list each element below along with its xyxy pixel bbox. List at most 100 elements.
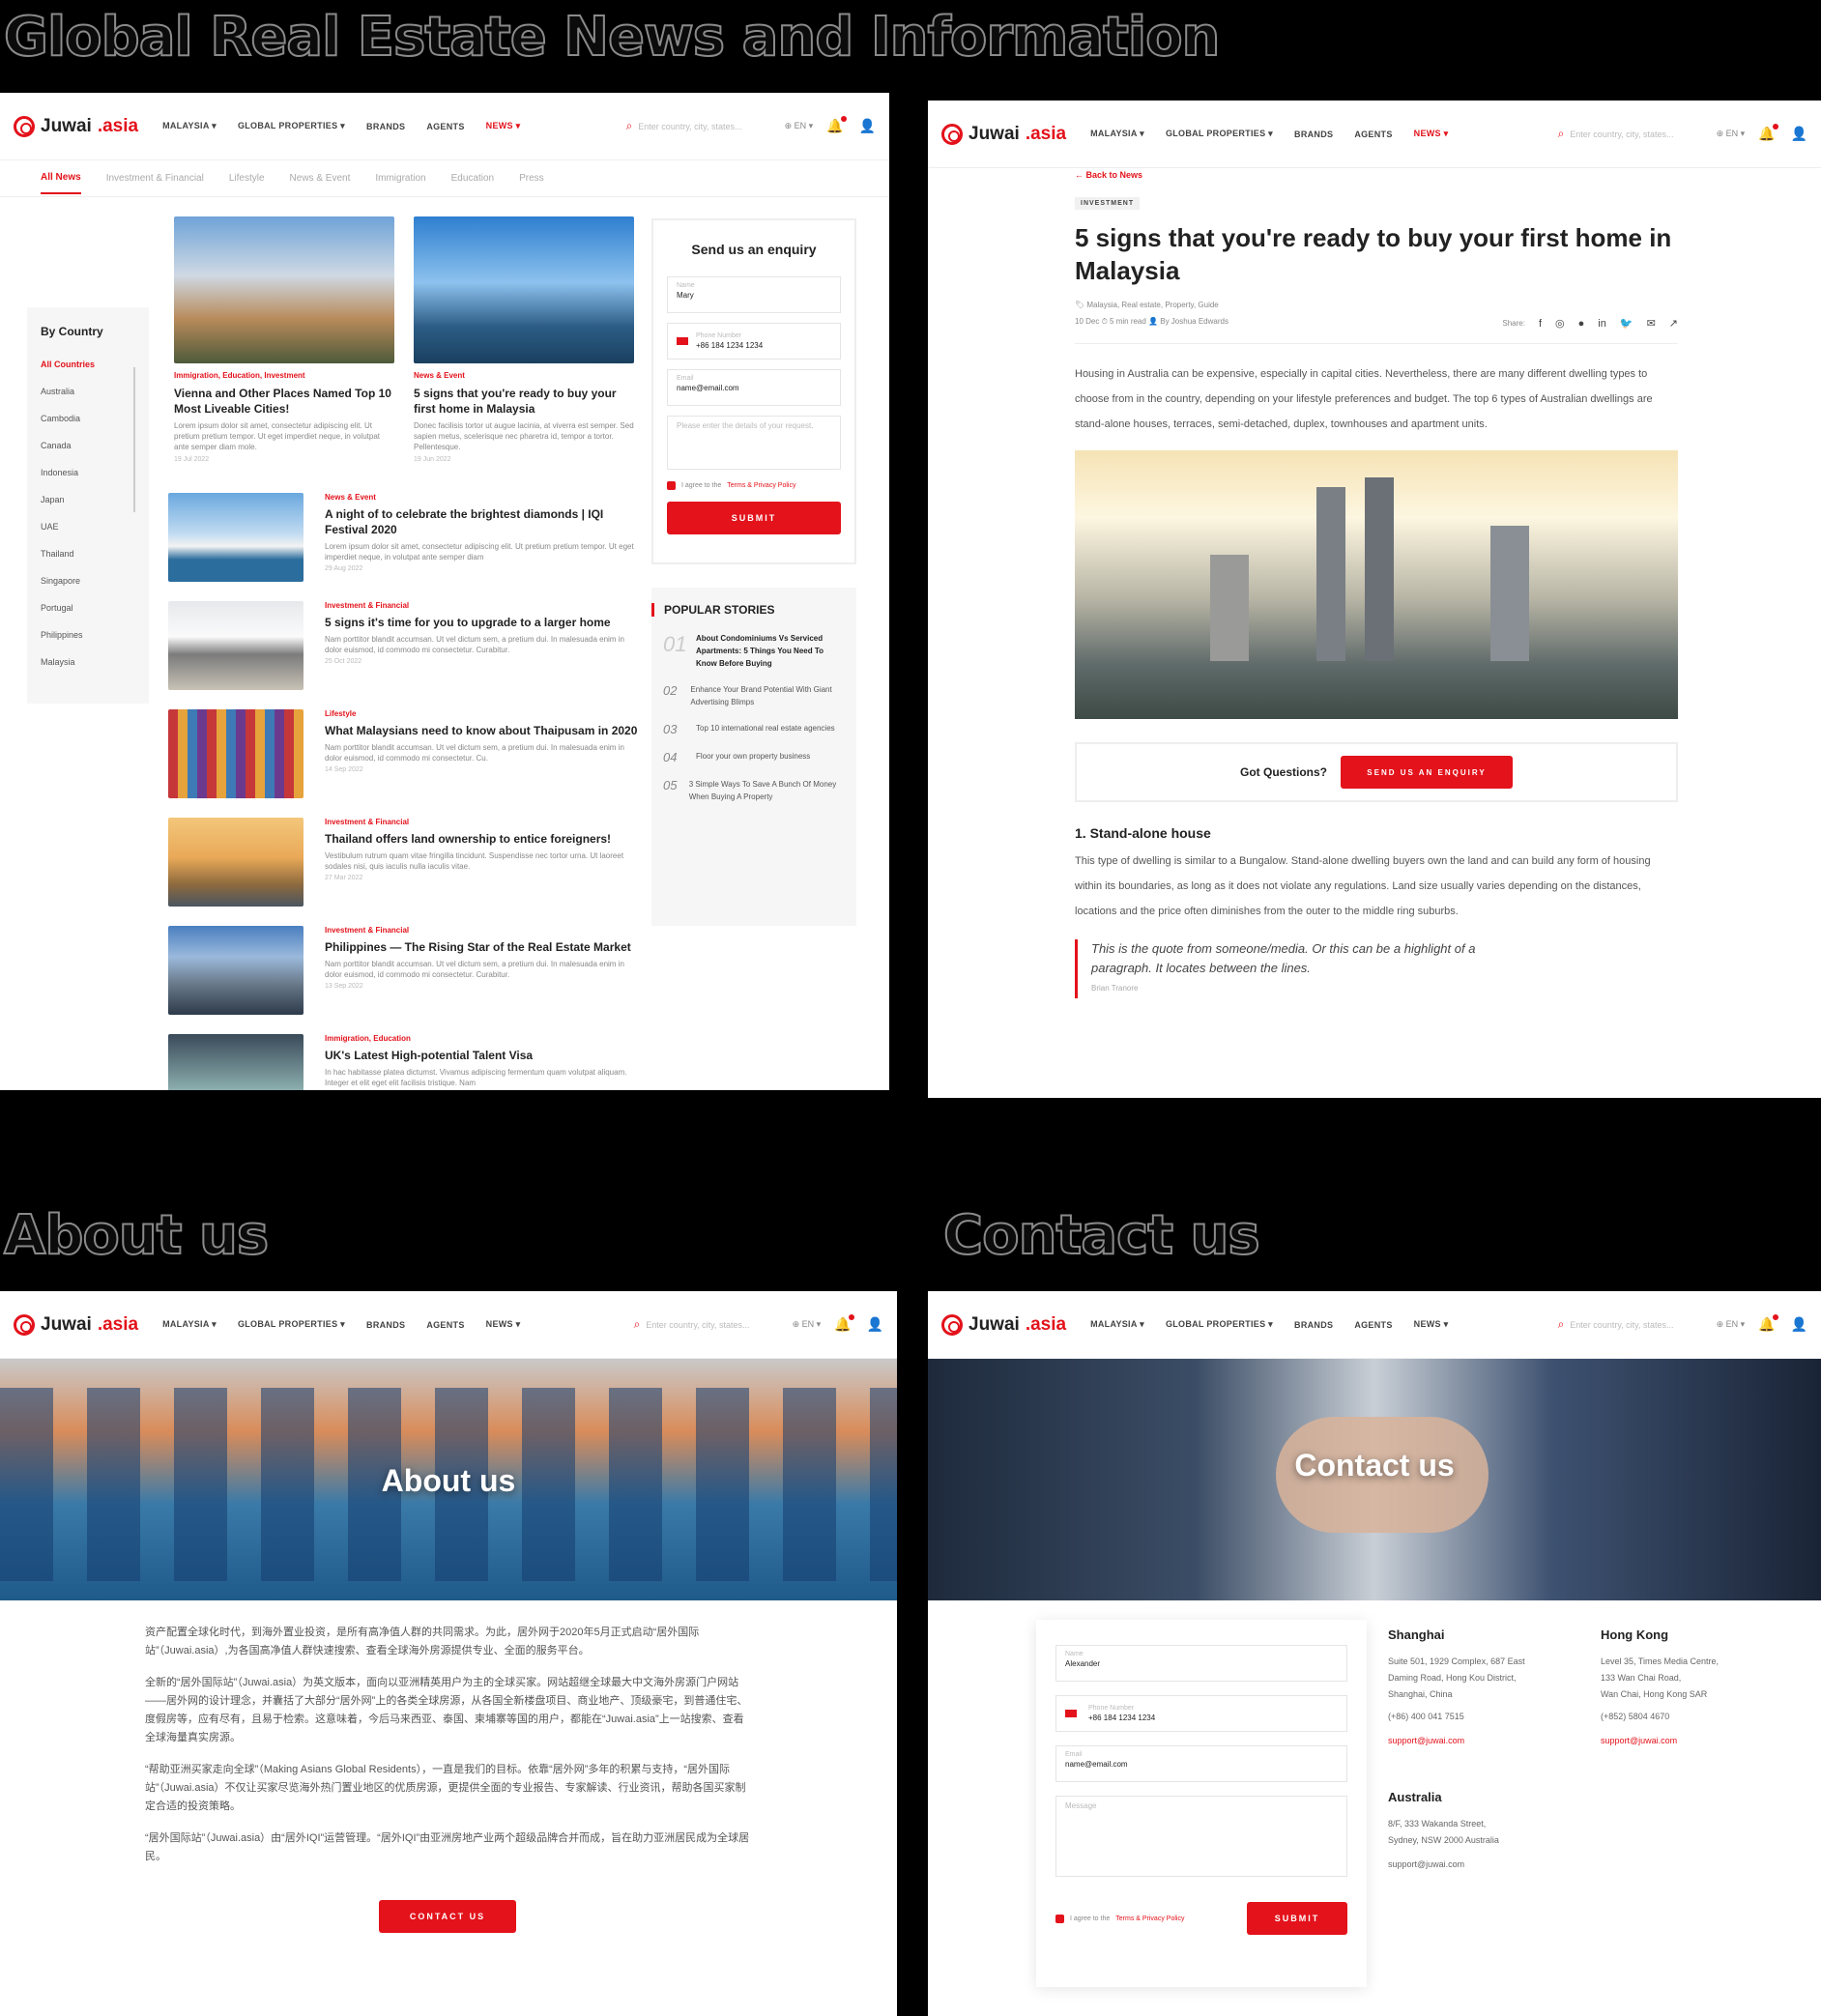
nav-country[interactable]: MALAYSIA ▾ — [1090, 1319, 1144, 1330]
bell-icon[interactable]: 🔔 — [1758, 1314, 1779, 1333]
phone-field[interactable]: Phone Number +86 184 1234 1234 — [667, 323, 841, 360]
office-phone[interactable]: (+852) 5804 4670 — [1601, 1709, 1794, 1725]
checkbox-icon[interactable] — [1055, 1914, 1064, 1923]
list-item[interactable]: Immigration, Education UK's Latest High-… — [168, 1034, 638, 1090]
popular-item[interactable]: 03 Top 10 international real estate agenc… — [663, 722, 845, 736]
nav-agents[interactable]: AGENTS — [426, 1320, 464, 1330]
email-field[interactable]: Email name@email.com — [1055, 1745, 1347, 1782]
language-select[interactable]: ⊕ EN ▾ — [1717, 129, 1746, 139]
nav-global-properties[interactable]: GLOBAL PROPERTIES ▾ — [1166, 129, 1273, 139]
user-icon[interactable]: 👤 — [1791, 1316, 1807, 1333]
language-select[interactable]: ⊕ EN ▾ — [793, 1319, 822, 1330]
contact-us-button[interactable]: CONTACT US — [379, 1900, 516, 1933]
list-item[interactable]: Lifestyle What Malaysians need to know a… — [168, 709, 638, 802]
featured-article[interactable]: News & Event 5 signs that you're ready t… — [414, 216, 634, 463]
country-item[interactable]: Philippines — [41, 630, 135, 657]
nav-news[interactable]: NEWS ▾ — [486, 1319, 521, 1330]
country-item[interactable]: Indonesia — [41, 468, 135, 495]
user-icon[interactable]: 👤 — [859, 118, 876, 134]
country-item[interactable]: All Countries — [41, 360, 135, 387]
name-field[interactable]: Name Alexander — [1055, 1645, 1347, 1682]
country-item[interactable]: Portugal — [41, 603, 135, 630]
logo[interactable]: Juwai .asia — [14, 115, 138, 137]
email-field[interactable]: Email name@email.com — [667, 369, 841, 406]
bell-icon[interactable]: 🔔 — [826, 116, 848, 134]
tab-lifestyle[interactable]: Lifestyle — [229, 173, 265, 184]
tab-immigration[interactable]: Immigration — [375, 173, 425, 184]
country-item[interactable]: UAE — [41, 522, 135, 549]
popular-item[interactable]: 04 Floor your own property business — [663, 750, 845, 764]
nav-agents[interactable]: AGENTS — [1354, 1320, 1392, 1330]
country-item[interactable]: Singapore — [41, 576, 135, 603]
whatsapp-icon[interactable]: ◎ — [1555, 317, 1565, 330]
nav-agents[interactable]: AGENTS — [426, 122, 464, 131]
nav-brands[interactable]: BRANDS — [366, 122, 405, 131]
nav-brands[interactable]: BRANDS — [1294, 130, 1333, 139]
language-select[interactable]: ⊕ EN ▾ — [785, 121, 814, 131]
list-item[interactable]: Investment & Financial 5 signs it's time… — [168, 601, 638, 694]
nav-global-properties[interactable]: GLOBAL PROPERTIES ▾ — [238, 1319, 345, 1330]
email-icon[interactable]: ✉ — [1647, 317, 1656, 330]
country-item[interactable]: Cambodia — [41, 414, 135, 441]
language-select[interactable]: ⊕ EN ▾ — [1717, 1319, 1746, 1330]
nav-brands[interactable]: BRANDS — [1294, 1320, 1333, 1330]
message-textarea[interactable]: Message — [1055, 1796, 1347, 1877]
bell-icon[interactable]: 🔔 — [1758, 124, 1779, 142]
tab-all-news[interactable]: All News — [41, 162, 81, 194]
nav-global-properties[interactable]: GLOBAL PROPERTIES ▾ — [1166, 1319, 1273, 1330]
linkedin-icon[interactable]: in — [1598, 318, 1606, 330]
external-link-icon[interactable]: ↗ — [1669, 317, 1678, 330]
submit-button[interactable]: SUBMIT — [667, 502, 841, 534]
country-item[interactable]: Malaysia — [41, 657, 135, 684]
logo[interactable]: Juwai .asia — [14, 1313, 138, 1336]
featured-article[interactable]: Immigration, Education, Investment Vienn… — [174, 216, 394, 463]
back-link[interactable]: ← Back to News — [1075, 170, 1678, 180]
nav-agents[interactable]: AGENTS — [1354, 130, 1392, 139]
list-item[interactable]: Investment & Financial Thailand offers l… — [168, 818, 638, 910]
article-tags[interactable]: 🏷 Malaysia, Real estate, Property, Guide — [1075, 301, 1678, 309]
country-item[interactable]: Japan — [41, 495, 135, 522]
tab-press[interactable]: Press — [519, 173, 544, 184]
popular-item[interactable]: 05 3 Simple Ways To Save A Bunch Of Money… — [663, 778, 845, 803]
terms-checkbox[interactable]: I agree to the Terms & Privacy Policy — [667, 481, 841, 490]
terms-checkbox[interactable]: I agree to the Terms & Privacy Policy — [1055, 1914, 1184, 1923]
phone-field[interactable]: Phone Number +86 184 1234 1234 — [1055, 1695, 1347, 1732]
tab-education[interactable]: Education — [451, 173, 494, 184]
user-icon[interactable]: 👤 — [867, 1316, 883, 1333]
logo[interactable]: Juwai .asia — [941, 1313, 1066, 1336]
nav-global-properties[interactable]: GLOBAL PROPERTIES ▾ — [238, 121, 345, 131]
nav-news[interactable]: NEWS ▾ — [486, 121, 521, 131]
tab-investment[interactable]: Investment & Financial — [106, 173, 204, 184]
facebook-icon[interactable]: f — [1539, 318, 1542, 330]
nav-brands[interactable]: BRANDS — [366, 1320, 405, 1330]
user-icon[interactable]: 👤 — [1791, 126, 1807, 142]
office-email[interactable]: support@juwai.com — [1601, 1733, 1794, 1749]
flag-icon[interactable] — [677, 337, 688, 345]
checkbox-icon[interactable] — [667, 481, 676, 490]
wechat-icon[interactable]: ● — [1578, 318, 1585, 330]
nav-country[interactable]: MALAYSIA ▾ — [162, 121, 217, 131]
details-textarea[interactable]: Please enter the details of your request… — [667, 416, 841, 470]
bell-icon[interactable]: 🔔 — [834, 1314, 855, 1333]
search-input[interactable]: ⌕ Enter country, city, states... — [1558, 127, 1703, 141]
list-item[interactable]: News & Event A night of to celebrate the… — [168, 493, 638, 586]
send-enquiry-button[interactable]: SEND US AN ENQUIRY — [1341, 756, 1513, 789]
tab-news-event[interactable]: News & Event — [290, 173, 351, 184]
nav-country[interactable]: MALAYSIA ▾ — [1090, 129, 1144, 139]
popular-item[interactable]: 02 Enhance Your Brand Potential With Gian… — [663, 683, 845, 708]
search-input[interactable]: ⌕ Enter country, city, states... — [626, 119, 771, 133]
office-email[interactable]: support@juwai.com — [1388, 1857, 1581, 1873]
nav-news[interactable]: NEWS ▾ — [1414, 1319, 1449, 1330]
country-item[interactable]: Canada — [41, 441, 135, 468]
filter-scrollbar[interactable] — [133, 367, 135, 512]
search-input[interactable]: ⌕ Enter country, city, states... — [634, 1317, 779, 1332]
category-badge[interactable]: INVESTMENT — [1075, 197, 1141, 210]
name-field[interactable]: Name Mary — [667, 276, 841, 313]
popular-item[interactable]: 01 About Condominiums Vs Serviced Apartme… — [663, 632, 845, 670]
flag-icon[interactable] — [1065, 1710, 1077, 1717]
country-item[interactable]: Thailand — [41, 549, 135, 576]
nav-news[interactable]: NEWS ▾ — [1414, 129, 1449, 139]
submit-button[interactable]: SUBMIT — [1247, 1902, 1347, 1935]
twitter-icon[interactable]: 🐦 — [1620, 317, 1633, 330]
country-item[interactable]: Australia — [41, 387, 135, 414]
